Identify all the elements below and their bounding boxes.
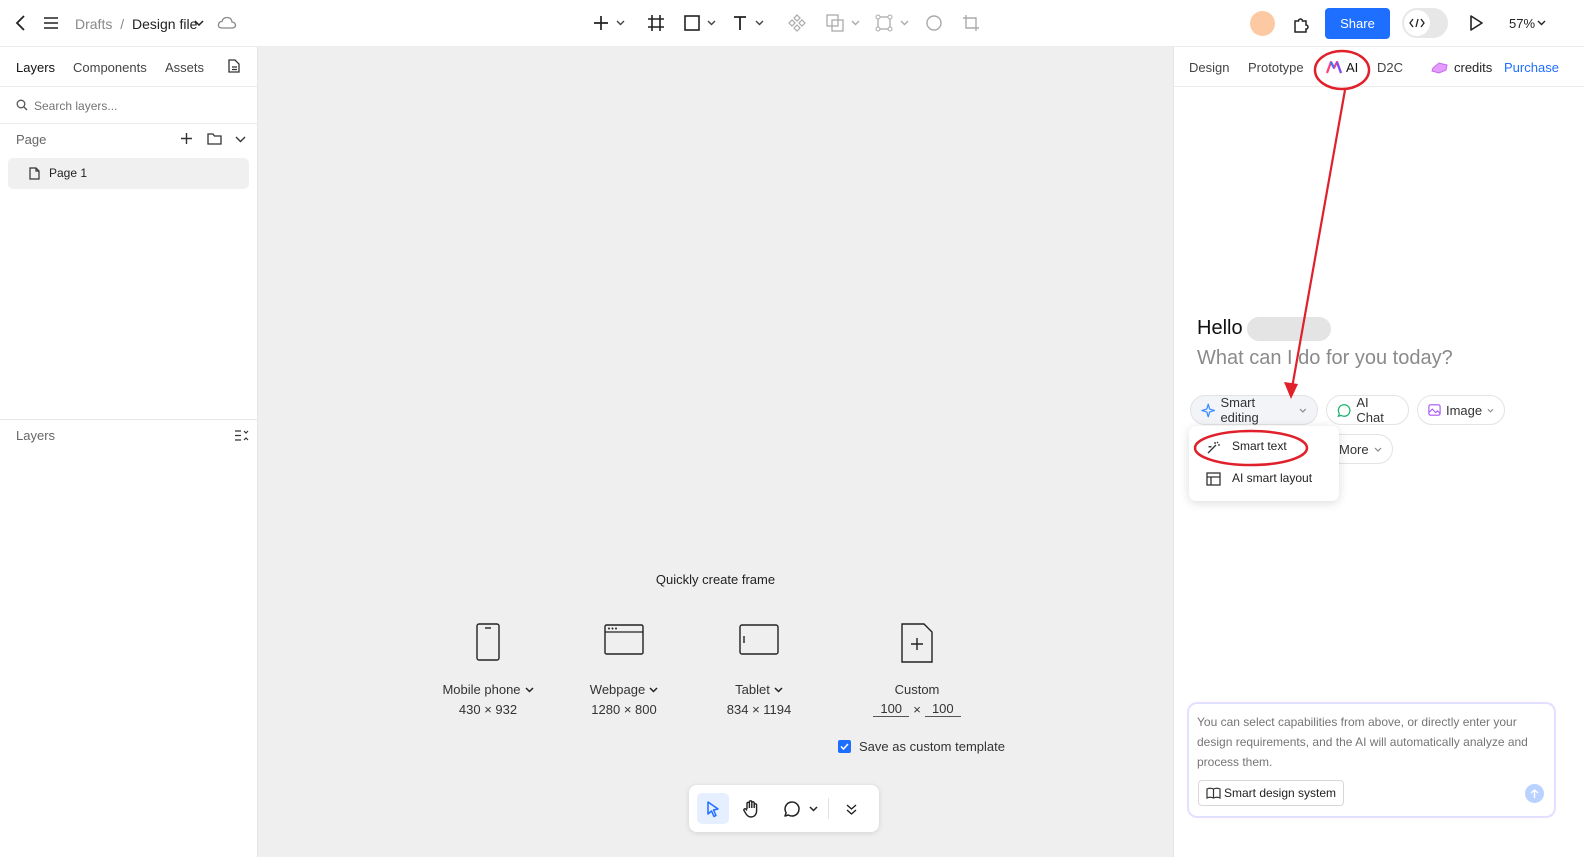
annotation-smart-text-circle	[1193, 429, 1309, 467]
annotation-ai-tab-circle	[1313, 49, 1371, 91]
annotation-arrow-line	[1290, 89, 1347, 389]
annotation-overlay	[1193, 49, 1371, 467]
annotation-arrowhead	[1284, 382, 1298, 399]
